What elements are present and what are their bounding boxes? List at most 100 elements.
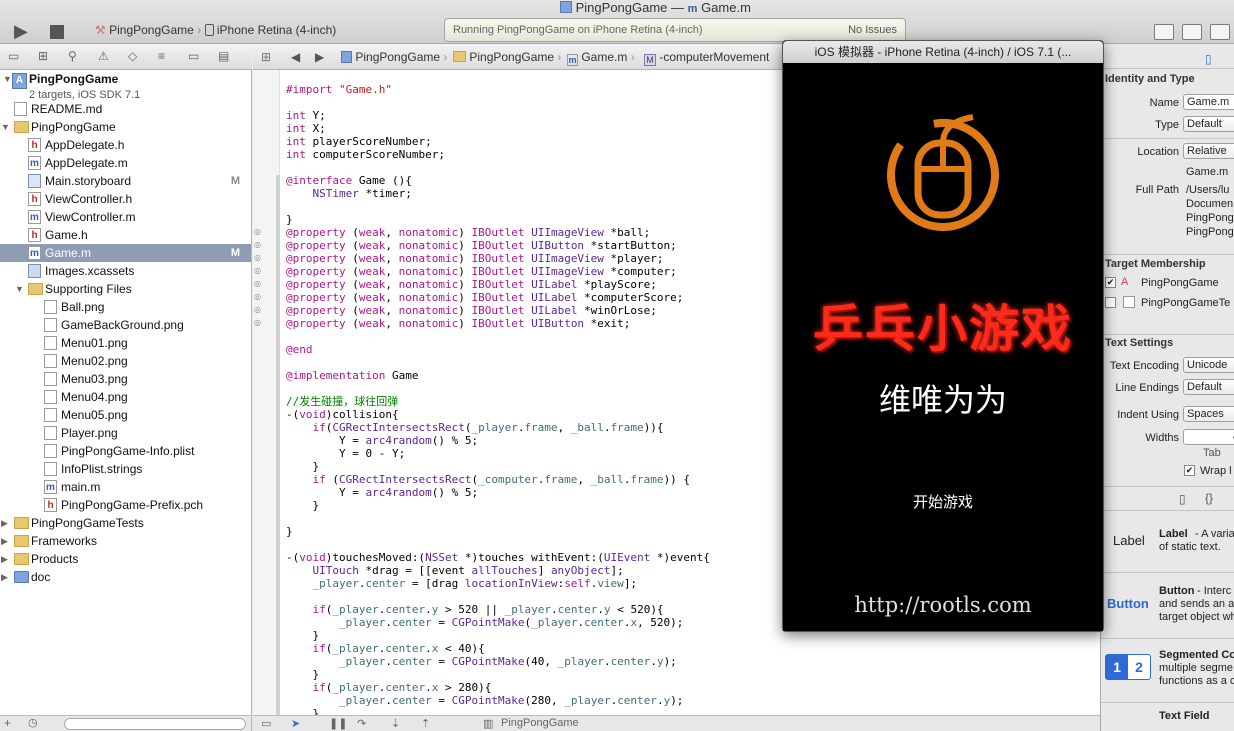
pause-icon[interactable]: ❚❚: [329, 717, 347, 730]
code-line[interactable]: @end: [286, 343, 710, 356]
navigator-item[interactable]: Images.xcassets: [0, 262, 251, 280]
filter-input[interactable]: [64, 718, 246, 730]
code-line[interactable]: @property (weak, nonatomic) IBOutlet UII…: [286, 265, 710, 278]
project-root[interactable]: ▼ A PingPongGame 2 targets, iOS SDK 7.1: [0, 70, 251, 101]
code-line[interactable]: -(void)collision{: [286, 408, 710, 421]
code-line[interactable]: [286, 330, 710, 343]
code-line[interactable]: #import "Game.h": [286, 83, 710, 96]
code-line[interactable]: }: [286, 629, 710, 642]
debug-icon[interactable]: ≡: [158, 50, 172, 62]
code-line[interactable]: @property (weak, nonatomic) IBOutlet UIB…: [286, 317, 710, 330]
file-inspector-icon[interactable]: ▯: [1205, 52, 1212, 66]
code-line[interactable]: int Y;: [286, 109, 710, 122]
outlet-connection-icon[interactable]: ◎: [254, 318, 262, 327]
step-over-icon[interactable]: ↷: [357, 717, 366, 730]
code-line[interactable]: //发生碰撞，球往回弹: [286, 395, 710, 408]
outlet-connection-icon[interactable]: ◎: [254, 305, 262, 314]
code-line[interactable]: @property (weak, nonatomic) IBOutlet UIL…: [286, 278, 710, 291]
code-line[interactable]: @interface Game (){: [286, 174, 710, 187]
disclosure-closed-icon[interactable]: ▶: [1, 568, 11, 586]
code-line[interactable]: if(CGRectIntersectsRect(_player.frame, _…: [286, 421, 710, 434]
start-game-button[interactable]: 开始游戏: [783, 491, 1103, 512]
navigator-item[interactable]: m main.m: [0, 478, 251, 496]
code-line[interactable]: UITouch *drag = [[event allTouches] anyO…: [286, 564, 710, 577]
navigator-item[interactable]: m ViewController.m: [0, 208, 251, 226]
code-line[interactable]: _player.center = CGPointMake(_player.cen…: [286, 616, 710, 629]
code-line[interactable]: @property (weak, nonatomic) IBOutlet UII…: [286, 226, 710, 239]
code-line[interactable]: [286, 356, 710, 369]
code-line[interactable]: [286, 382, 710, 395]
code-line[interactable]: if(_player.center.y > 520 || _player.cen…: [286, 603, 710, 616]
code-line[interactable]: @property (weak, nonatomic) IBOutlet UII…: [286, 252, 710, 265]
code-line[interactable]: Y = arc4random() % 5;: [286, 486, 710, 499]
jump-item-file[interactable]: m Game.m ›: [567, 50, 635, 66]
tab-width-field[interactable]: 4: [1183, 429, 1234, 445]
code-line[interactable]: [286, 96, 710, 109]
stop-button[interactable]: [50, 25, 64, 39]
code-line[interactable]: [286, 200, 710, 213]
code-line[interactable]: [286, 512, 710, 525]
code-text[interactable]: #import "Game.h" int Y; int X; int playerS…: [286, 83, 710, 715]
code-line[interactable]: int X;: [286, 122, 710, 135]
outlet-connection-icon[interactable]: ◎: [254, 253, 262, 262]
location-popup[interactable]: Relative: [1183, 143, 1234, 159]
code-line[interactable]: _player.center = [drag locationInView:se…: [286, 577, 710, 590]
add-icon[interactable]: +: [4, 716, 11, 730]
code-line[interactable]: @property (weak, nonatomic) IBOutlet UIL…: [286, 291, 710, 304]
editor-assistant-icon[interactable]: [1182, 24, 1202, 40]
library-item-text-field[interactable]: Text Field: [1101, 706, 1234, 728]
navigator-item[interactable]: m Game.m M: [0, 244, 251, 262]
jump-item-group[interactable]: PingPongGame ›: [453, 50, 561, 64]
line-endings-popup[interactable]: Default: [1183, 379, 1234, 395]
simulator-screen[interactable]: 乒乓小游戏 维唯为为 开始游戏 http://rootls.com: [783, 63, 1103, 631]
navigator-item[interactable]: Menu04.png: [0, 388, 251, 406]
recent-icon[interactable]: ◷: [28, 716, 38, 729]
navigator-item[interactable]: h PingPongGame-Prefix.pch: [0, 496, 251, 514]
navigator-item[interactable]: h Game.h: [0, 226, 251, 244]
type-popup[interactable]: Default: [1183, 116, 1234, 132]
code-line[interactable]: if (CGRectIntersectsRect(_computer.frame…: [286, 473, 710, 486]
related-items-icon[interactable]: ⊞: [261, 50, 271, 64]
code-line[interactable]: }: [286, 707, 710, 715]
code-line[interactable]: Y = arc4random() % 5;: [286, 434, 710, 447]
navigator-item[interactable]: Player.png: [0, 424, 251, 442]
indent-popup[interactable]: Spaces: [1183, 406, 1234, 422]
navigator-item[interactable]: ▶ Frameworks: [0, 532, 251, 550]
navigator-item[interactable]: PingPongGame-Info.plist: [0, 442, 251, 460]
code-line[interactable]: if(_player.center.x < 40){: [286, 642, 710, 655]
warning-icon[interactable]: ⚠: [98, 50, 112, 62]
test-icon[interactable]: ◇: [128, 50, 142, 62]
jump-item-project[interactable]: PingPongGame ›: [341, 50, 447, 64]
code-line[interactable]: @property (weak, nonatomic) IBOutlet UIB…: [286, 239, 710, 252]
outlet-connection-icon[interactable]: ◎: [254, 266, 262, 275]
step-in-icon[interactable]: ⇣: [391, 717, 400, 730]
navigator-item[interactable]: ▼ Supporting Files: [0, 280, 251, 298]
library-item-segmented-control[interactable]: 1 2 Segmented Co multiple segme function…: [1101, 642, 1234, 698]
disclosure-open-icon[interactable]: ▼: [15, 280, 25, 298]
navigator-item[interactable]: ▶ doc: [0, 568, 251, 586]
outlet-connection-icon[interactable]: ◎: [254, 279, 262, 288]
jump-item-method[interactable]: M -computerMovement: [644, 50, 769, 66]
navigator-item[interactable]: GameBackGround.png: [0, 316, 251, 334]
code-line[interactable]: }: [286, 525, 710, 538]
navigator-item[interactable]: h ViewController.h: [0, 190, 251, 208]
navigator-item[interactable]: README.md: [0, 100, 251, 118]
code-line[interactable]: _player.center = CGPointMake(40, _player…: [286, 655, 710, 668]
navigator-item[interactable]: Menu05.png: [0, 406, 251, 424]
target-checkbox-tests[interactable]: [1105, 297, 1116, 308]
outlet-connection-icon[interactable]: ◎: [254, 240, 262, 249]
folder-icon[interactable]: ▭: [8, 50, 22, 62]
search-icon[interactable]: ⚲: [68, 50, 82, 62]
library-item-button[interactable]: Button Button - Interc and sends an a ta…: [1101, 576, 1234, 632]
disclosure-closed-icon[interactable]: ▶: [1, 550, 11, 568]
target-checkbox-app[interactable]: ✔: [1105, 277, 1116, 288]
back-button[interactable]: ◀: [291, 50, 300, 64]
outlet-connection-icon[interactable]: ◎: [254, 292, 262, 301]
disclosure-closed-icon[interactable]: ▶: [1, 514, 11, 532]
scheme-selector[interactable]: ⚒ PingPongGame › iPhone Retina (4-inch): [95, 23, 336, 37]
breakpoint-icon[interactable]: ▭: [188, 50, 202, 62]
code-line[interactable]: @implementation Game: [286, 369, 710, 382]
library-item-label[interactable]: Label Label - A varia of static text.: [1101, 514, 1234, 570]
step-out-icon[interactable]: ⇡: [421, 717, 430, 730]
code-line[interactable]: [286, 161, 710, 174]
